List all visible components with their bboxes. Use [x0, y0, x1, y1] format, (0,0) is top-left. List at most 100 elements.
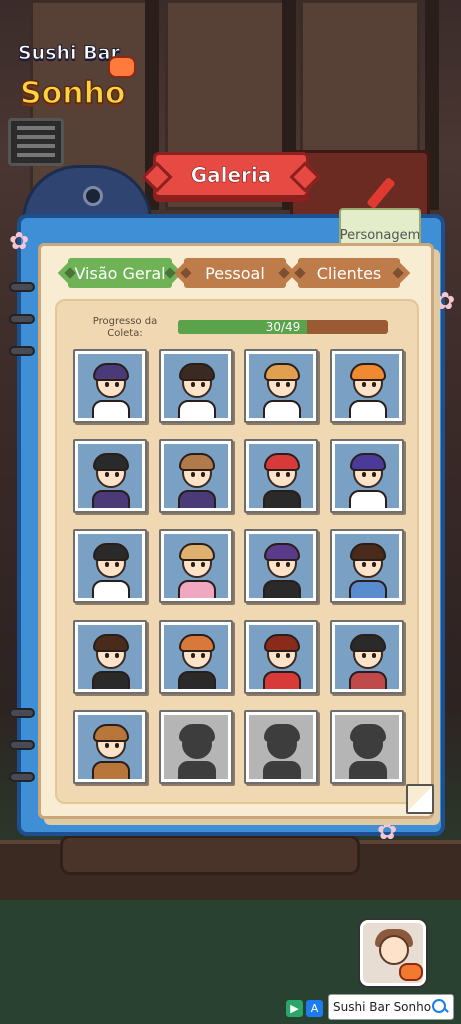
portrait-eye [191, 472, 195, 477]
character-cat-ears[interactable] [244, 349, 318, 423]
character-maid[interactable] [244, 529, 318, 603]
bookmark-label: Personagem [339, 228, 421, 243]
book-stand [60, 835, 360, 875]
portrait-eye [201, 562, 205, 567]
portrait-eye [115, 562, 119, 567]
portrait-hair [350, 724, 386, 742]
tab-label: Pessoal [205, 263, 265, 283]
portrait-body [263, 580, 301, 598]
store-badges[interactable]: ▶ A [286, 1000, 326, 1020]
portrait-frame [78, 444, 142, 508]
personagem-bookmark-tab[interactable]: Personagem [339, 208, 421, 248]
portrait-frame [335, 444, 399, 508]
portrait-eye [372, 382, 376, 387]
portrait-frame [335, 354, 399, 418]
portrait-eye [372, 562, 376, 567]
tab-label: Visão Geral [74, 263, 166, 283]
title-banner: Galeria [153, 152, 309, 198]
portrait-eye [362, 382, 366, 387]
portrait-hair [93, 634, 129, 652]
character-bearded-chef[interactable] [73, 529, 147, 603]
ad-search-text: Sushi Bar Sonho [333, 1000, 432, 1014]
portrait-eye [105, 472, 109, 477]
character-ponytail-woman[interactable] [159, 439, 233, 513]
portrait-hair [93, 453, 129, 471]
binder-ring [9, 346, 35, 356]
portrait-frame [164, 444, 228, 508]
character-orange-bun-girl[interactable] [159, 620, 233, 694]
portrait-body [263, 400, 301, 418]
tab-label: Clientes [316, 263, 382, 283]
portrait-body [178, 580, 216, 598]
portrait-body [178, 671, 216, 689]
character-chef-hat[interactable] [330, 439, 404, 513]
binder-ring [9, 314, 35, 324]
portrait-hair [93, 724, 129, 742]
app-store-icon[interactable]: A [306, 1000, 323, 1017]
character-pink-bow-girl[interactable] [159, 529, 233, 603]
portrait-hair [179, 453, 215, 471]
character-dark-hair-man[interactable] [73, 620, 147, 694]
portrait-frame [249, 625, 313, 689]
portrait-body [178, 761, 216, 779]
portrait-frame [249, 534, 313, 598]
character-flower-girl[interactable] [330, 529, 404, 603]
tab-visao-geral[interactable]: Visão Geral [64, 258, 176, 288]
ad-app-icon[interactable] [360, 920, 426, 986]
ad-search-box[interactable]: Sushi Bar Sonho [328, 994, 454, 1020]
portrait-frame [335, 715, 399, 779]
character-locked-3[interactable] [330, 710, 404, 784]
portrait-body [92, 400, 130, 418]
page-curl-icon[interactable] [406, 784, 434, 814]
portrait-eye [191, 382, 195, 387]
character-orange-hair[interactable] [330, 349, 404, 423]
portrait-hair [264, 453, 300, 471]
logo-line1: Sushi Bar [18, 42, 121, 65]
portrait-eye [286, 653, 290, 658]
portrait-eye [362, 653, 366, 658]
portrait-eye [105, 653, 109, 658]
character-kabuki[interactable] [244, 620, 318, 694]
character-red-hair-headset[interactable] [244, 439, 318, 513]
tab-pessoal[interactable]: Pessoal [180, 258, 290, 288]
progress-bar: 30/49 [178, 320, 388, 334]
portrait-body [263, 671, 301, 689]
portrait-body [263, 490, 301, 508]
portrait-hair [179, 634, 215, 652]
portrait-hair [350, 453, 386, 471]
portrait-frame [78, 534, 142, 598]
portrait-body [349, 761, 387, 779]
portrait-frame [78, 715, 142, 779]
search-icon[interactable] [431, 998, 449, 1016]
binder-ring [9, 772, 35, 782]
sakura-flower-icon: ✿ [8, 227, 30, 255]
portrait-eye [105, 562, 109, 567]
character-bun-girl[interactable] [159, 349, 233, 423]
character-headband-man[interactable] [73, 439, 147, 513]
portrait-frame [335, 534, 399, 598]
portrait-frame [78, 354, 142, 418]
portrait-frame [164, 534, 228, 598]
portrait-frame [78, 625, 142, 689]
character-bandana-chef[interactable] [73, 349, 147, 423]
tab-clientes[interactable]: Clientes [294, 258, 404, 288]
portrait-body [178, 490, 216, 508]
play-store-icon[interactable]: ▶ [286, 1000, 303, 1017]
portrait-hair [179, 543, 215, 561]
character-tanuki[interactable] [73, 710, 147, 784]
character-geisha[interactable] [330, 620, 404, 694]
portrait-hair [179, 724, 215, 742]
character-locked-1[interactable] [159, 710, 233, 784]
portrait-frame [164, 354, 228, 418]
binder-ring [9, 282, 35, 292]
portrait-body [349, 490, 387, 508]
portrait-body [178, 400, 216, 418]
portrait-eye [372, 472, 376, 477]
portrait-body [349, 671, 387, 689]
portrait-eye [362, 562, 366, 567]
portrait-eye [286, 472, 290, 477]
portrait-eye [276, 562, 280, 567]
portrait-hair [93, 363, 129, 381]
portrait-eye [286, 382, 290, 387]
character-locked-2[interactable] [244, 710, 318, 784]
